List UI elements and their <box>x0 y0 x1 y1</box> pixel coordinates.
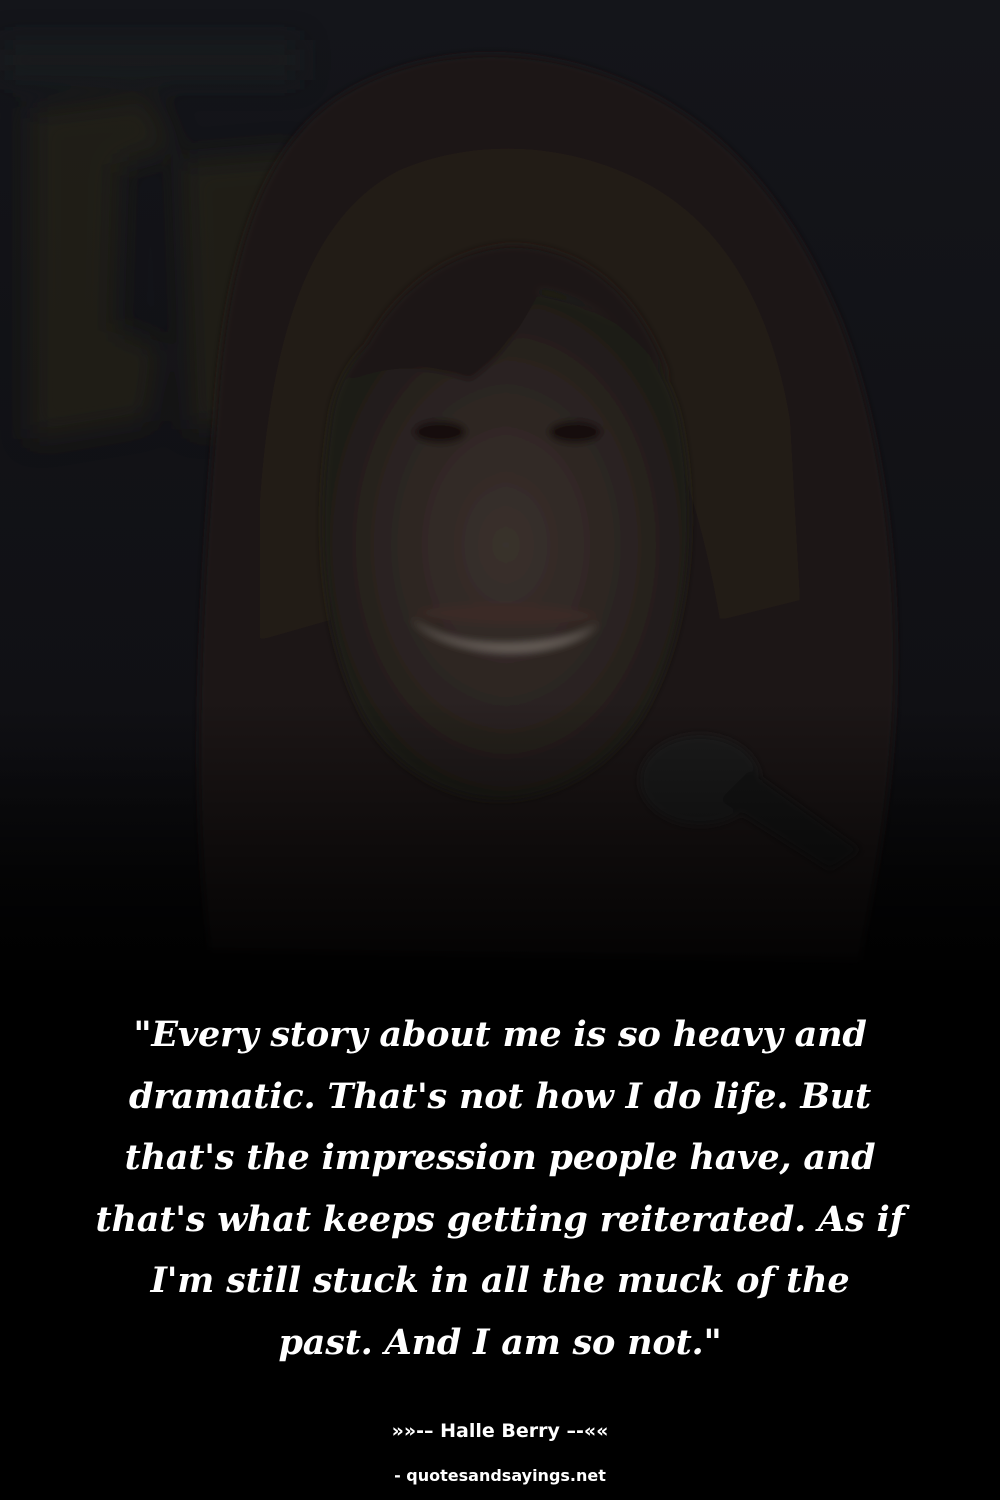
author-attribution: »»-– Halle Berry –-«« <box>391 1420 609 1442</box>
source-website: - quotesandsayings.net <box>394 1466 606 1485</box>
quote-card: "Every story about me is so heavy and dr… <box>0 0 1000 1500</box>
quote-text: "Every story about me is so heavy and dr… <box>60 1004 940 1373</box>
quote-block: "Every story about me is so heavy and dr… <box>60 1004 940 1373</box>
quote-line: I'm still stuck in all the muck of the <box>150 1260 850 1301</box>
quote-line: that's what keeps getting reiterated. As… <box>95 1198 905 1240</box>
quote-line: dramatic. That's not how I do life. But <box>129 1075 871 1117</box>
quote-line: past. And I am so not." <box>278 1321 722 1363</box>
quote-line: that's the impression people have, and <box>124 1137 876 1178</box>
quote-line: "Every story about me is so heavy and <box>133 1014 867 1055</box>
